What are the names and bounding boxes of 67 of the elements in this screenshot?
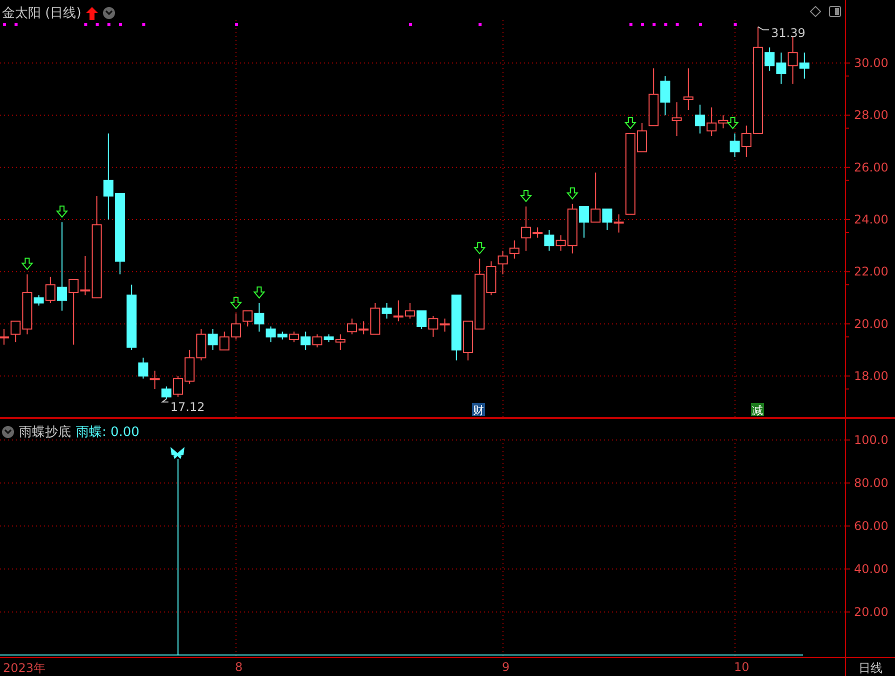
high-price-label: 31.39 [771, 26, 806, 40]
time-axis-label: 10 [734, 660, 750, 674]
chart-title: 金太阳 (日线) [2, 5, 82, 22]
down-arrow-icon [21, 258, 34, 270]
candlestick [138, 357, 148, 380]
butterfly-icon [170, 447, 184, 459]
candlestick [150, 370, 160, 390]
down-arrow-icon [56, 206, 68, 218]
candlestick [161, 386, 172, 400]
price-axis-label: 18.00 [854, 369, 888, 383]
down-arrow-icon [230, 296, 242, 310]
leader-line [758, 26, 770, 30]
time-axis-label: 8 [235, 660, 243, 674]
down-arrow-icon [624, 116, 636, 130]
candlestick [173, 376, 183, 398]
down-arrow-icon [726, 116, 739, 130]
event-badge: 财 [472, 403, 485, 417]
indicator-axis-label: 60.00 [854, 519, 888, 533]
candlestick [730, 132, 740, 158]
price-axis-label: 30.00 [854, 56, 888, 70]
candlestick [637, 122, 647, 152]
indicator-axis-label: 80.00 [854, 476, 888, 490]
candlestick [683, 68, 694, 110]
candlestick [672, 102, 682, 137]
panel-toggle-icon[interactable] [829, 6, 841, 17]
low-price-label: 17.12 [170, 400, 205, 414]
dropdown-icon[interactable] [103, 7, 116, 19]
candlestick [231, 312, 241, 340]
indicator-axis-label: 100.0 [854, 433, 888, 447]
up-arrow-icon [86, 6, 98, 20]
price-axis-label: 26.00 [854, 160, 888, 174]
price-axis-label: 20.00 [854, 316, 888, 331]
candlestick [184, 349, 195, 384]
candlestick [498, 250, 508, 275]
candlestick [300, 331, 311, 350]
candlestick [463, 320, 473, 361]
down-arrow-icon [520, 190, 532, 202]
time-axis-label: 2023年 [3, 660, 46, 676]
price-axis-label: 24.00 [854, 212, 888, 227]
event-badge: 减 [751, 403, 764, 417]
indicator-value: 雨蝶: 0.00 [76, 424, 140, 441]
candlestick [509, 240, 520, 260]
candlestick [289, 331, 299, 343]
down-arrow-icon [253, 286, 266, 299]
price-axis-label: 22.00 [854, 264, 888, 279]
indicator-name: 雨蝶抄底 [19, 424, 71, 441]
candlestick [579, 206, 589, 238]
down-arrow-icon [474, 242, 486, 254]
candlestick [347, 318, 357, 335]
candlestick [521, 206, 531, 252]
indicator-axis-label: 40.00 [854, 562, 888, 576]
leader-line [160, 398, 169, 402]
price-axis-label: 28.00 [854, 108, 888, 122]
period-label[interactable]: 日线 [845, 658, 895, 676]
time-axis-label: 9 [502, 660, 510, 674]
indicator-axis-label: 20.00 [854, 605, 888, 619]
candlestick [416, 310, 427, 330]
dropdown-icon[interactable] [2, 426, 14, 438]
candlestick [405, 302, 415, 320]
candlestick [764, 46, 775, 72]
candlestick [393, 300, 404, 322]
down-arrow-icon [566, 187, 578, 200]
candlestick [695, 104, 705, 134]
candlestick [741, 125, 752, 158]
candlestick [219, 331, 230, 350]
candlestick [126, 284, 137, 350]
diamond-icon [810, 6, 821, 17]
